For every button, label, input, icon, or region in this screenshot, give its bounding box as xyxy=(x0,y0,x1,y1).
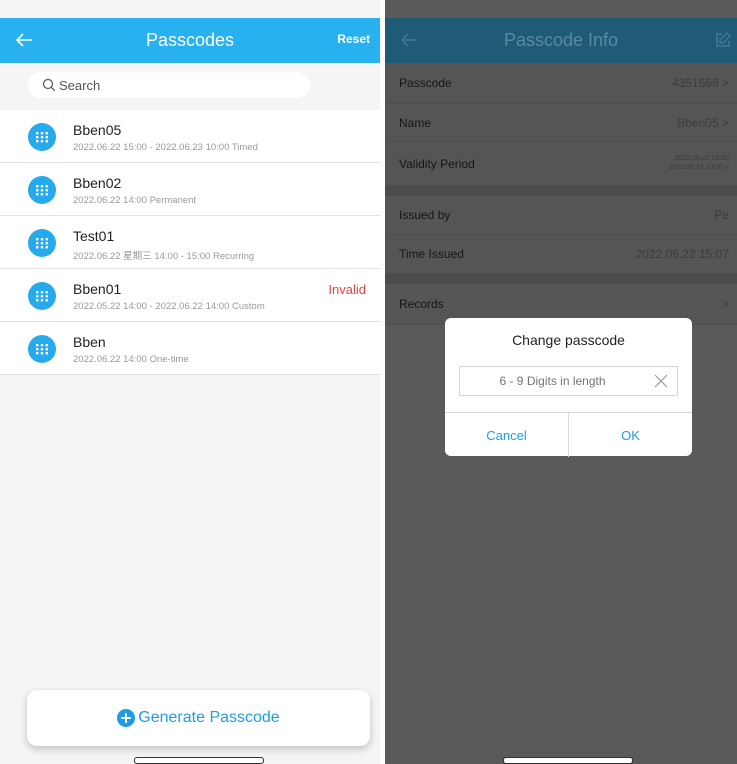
page-title: Passcodes xyxy=(145,30,235,50)
generate-passcode-button[interactable]: Generate Passcode xyxy=(27,690,370,746)
list-item[interactable]: Test01 2022.06.22 星期三 14:00 - 15:00 Recu… xyxy=(0,216,380,269)
passcode-name: Bben01 xyxy=(73,281,122,297)
row-value: Bben05 > xyxy=(677,116,729,130)
row-value: 2022.06.22 15:00 2022.06.23 10:00 > xyxy=(668,154,729,172)
row-value: Pe xyxy=(714,208,729,222)
name-row[interactable]: Name Bben05 > xyxy=(385,104,737,142)
list-item[interactable]: Bben05 2022.06.22 15:00 - 2022.06.23 10:… xyxy=(0,110,380,163)
clear-icon[interactable] xyxy=(653,373,669,389)
row-value: 4351668 > xyxy=(671,76,729,90)
passcode-name: Bben05 xyxy=(73,122,122,138)
validity-row[interactable]: Validity Period 2022.06.22 15:00 2022.06… xyxy=(385,142,737,186)
row-label: Passcode xyxy=(399,76,452,90)
passcodes-header: Passcodes Reset xyxy=(0,18,380,63)
reset-button[interactable]: Reset xyxy=(337,32,370,46)
passcode-meta: 2022.06.22 星期三 14:00 - 15:00 Recurring xyxy=(73,251,255,262)
passcode-meta: 2022.06.22 15:00 - 2022.06.23 10:00 Time… xyxy=(73,142,258,153)
row-value: > xyxy=(721,297,729,311)
time-issued-row: Time Issued 2022.06.22 15:07 xyxy=(385,235,737,274)
passcodes-screen: Passcodes Reset Search Bben05 2022.06.22… xyxy=(0,0,380,764)
dialog-title: Change passcode xyxy=(512,332,625,348)
passcode-input[interactable] xyxy=(460,367,645,395)
list-item[interactable]: Bben02 2022.06.22 14:00 Permanent xyxy=(0,163,380,216)
passcode-list: Bben05 2022.06.22 15:00 - 2022.06.23 10:… xyxy=(0,110,380,375)
plus-circle-icon xyxy=(117,709,136,727)
search-icon xyxy=(42,78,56,92)
passcode-input-box xyxy=(459,366,678,396)
edit-icon[interactable] xyxy=(713,30,733,50)
cancel-button[interactable]: Cancel xyxy=(445,413,569,457)
keypad-icon xyxy=(28,282,56,310)
row-label: Records xyxy=(399,297,444,311)
section-divider xyxy=(385,186,737,196)
passcode-name: Test01 xyxy=(73,228,115,244)
passcode-meta: 2022.06.22 14:00 Permanent xyxy=(73,195,197,206)
search-input[interactable]: Search xyxy=(28,72,310,98)
row-value: 2022.06.22 15:07 xyxy=(635,247,729,261)
row-label: Validity Period xyxy=(399,157,475,171)
keypad-icon xyxy=(28,176,56,204)
change-passcode-dialog: Change passcode Cancel OK xyxy=(445,318,692,457)
page-title: Passcode Info xyxy=(503,30,619,50)
row-label: Issued by xyxy=(399,208,451,222)
search-placeholder: Search xyxy=(59,77,101,93)
list-item[interactable]: Bben01 2022.05.22 14:00 - 2022.06.22 14:… xyxy=(0,269,380,322)
back-arrow-icon[interactable] xyxy=(12,28,36,52)
section-divider xyxy=(385,274,737,284)
issued-by-row: Issued by Pe xyxy=(385,196,737,235)
passcode-name: Bben02 xyxy=(73,175,122,191)
row-label: Time Issued xyxy=(399,247,464,261)
ok-button[interactable]: OK xyxy=(569,413,692,457)
list-item[interactable]: Bben 2022.06.22 14:00 One-time xyxy=(0,322,380,375)
passcode-meta: 2022.05.22 14:00 - 2022.06.22 14:00 Cust… xyxy=(73,301,265,312)
passcode-name: Bben xyxy=(73,334,106,350)
validity-start: 2022.06.22 15:00 xyxy=(674,155,730,162)
home-indicator xyxy=(503,757,633,764)
generate-passcode-label: Generate Passcode xyxy=(138,709,280,726)
passcode-info-list: Passcode 4351668 > Name Bben05 > Validit… xyxy=(385,63,737,325)
status-badge: Invalid xyxy=(328,282,366,297)
home-indicator xyxy=(134,757,264,764)
keypad-icon xyxy=(28,229,56,257)
passcode-info-header: Passcode Info xyxy=(385,18,737,63)
row-label: Name xyxy=(399,116,432,130)
back-arrow-icon[interactable] xyxy=(397,28,421,52)
passcode-row[interactable]: Passcode 4351668 > xyxy=(385,63,737,104)
keypad-icon xyxy=(28,335,56,363)
dialog-actions: Cancel OK xyxy=(445,412,692,457)
keypad-icon xyxy=(28,123,56,151)
validity-end: 2022.06.23 10:00 > xyxy=(668,164,729,171)
passcode-meta: 2022.06.22 14:00 One-time xyxy=(73,354,189,365)
